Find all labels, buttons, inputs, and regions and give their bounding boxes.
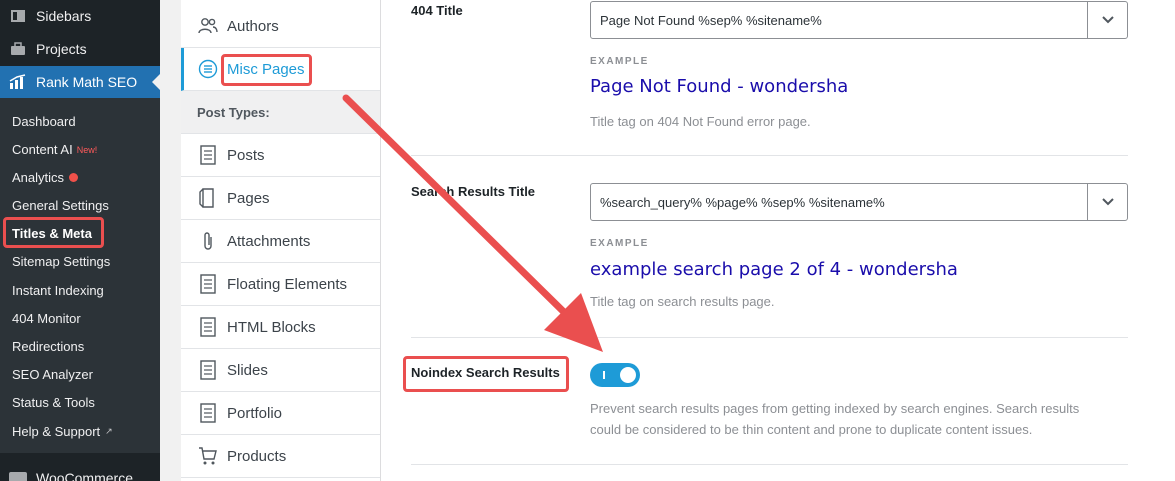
highlight-misc-pages <box>221 54 312 86</box>
search-title-help: Title tag on search results page. <box>590 294 775 309</box>
toggle-on-mark <box>603 371 605 379</box>
menu-item-label: WooCommerce <box>36 470 133 481</box>
search-title-input[interactable]: %search_query% %page% %sep% %sitename% <box>590 183 1128 221</box>
chevron-down-icon[interactable] <box>1087 184 1127 220</box>
submenu-seo-analyzer[interactable]: SEO Analyzer <box>12 367 93 382</box>
page-icon <box>197 187 219 209</box>
tab-slides[interactable]: Slides <box>181 349 380 392</box>
active-pointer <box>152 74 160 90</box>
example-label: EXAMPLE <box>590 56 649 67</box>
tab-label: Pages <box>227 189 270 207</box>
briefcase-icon <box>8 39 28 59</box>
menu-item-label: Rank Math SEO <box>36 74 138 90</box>
submenu-label: Help & Support <box>12 424 101 439</box>
menu-item-sidebars[interactable]: Sidebars <box>0 0 160 32</box>
submenu-content-ai[interactable]: Content AI New! <box>12 142 97 157</box>
document-icon <box>197 273 219 295</box>
divider <box>411 155 1128 156</box>
submenu-label: SEO Analyzer <box>12 367 93 382</box>
submenu-dashboard[interactable]: Dashboard <box>12 114 76 129</box>
submenu-label: Redirections <box>12 339 85 354</box>
search-title-example: example search page 2 of 4 - wondersha <box>590 259 958 280</box>
title-404-value: Page Not Found %sep% %sitename% <box>600 12 822 28</box>
new-badge: New! <box>76 144 98 155</box>
submenu-label: Sitemap Settings <box>12 254 111 269</box>
document-icon <box>197 402 219 424</box>
document-icon <box>197 144 219 166</box>
noindex-search-help-line2: could be considered to be thin content a… <box>590 422 1033 437</box>
submenu-general-settings[interactable]: General Settings <box>12 198 109 213</box>
cart-icon <box>197 445 219 467</box>
post-types-header: Post Types: <box>181 91 380 134</box>
submenu-label: Status & Tools <box>12 395 95 410</box>
tab-label: Products <box>227 447 287 465</box>
rank-math-icon <box>8 72 28 92</box>
submenu-label: Dashboard <box>12 114 76 129</box>
menu-item-woocommerce[interactable]: WooCommerce <box>0 462 160 481</box>
rank-math-submenu: Dashboard Content AI New! Analytics Gener… <box>0 98 160 453</box>
tab-label: Floating Elements <box>227 275 348 293</box>
submenu-404-monitor[interactable]: 404 Monitor <box>12 311 81 326</box>
tab-label: Portfolio <box>227 404 283 422</box>
submenu-status-tools[interactable]: Status & Tools <box>12 395 95 410</box>
list-circle-icon <box>197 58 219 80</box>
tab-label: Posts <box>227 146 265 164</box>
search-title-label: Search Results Title <box>411 184 536 199</box>
tab-label: HTML Blocks <box>227 318 316 336</box>
title-404-label: 404 Title <box>411 3 463 18</box>
menu-item-projects[interactable]: Projects <box>0 33 160 65</box>
title-404-example: Page Not Found - wondersha <box>590 76 849 97</box>
submenu-analytics[interactable]: Analytics <box>12 170 79 185</box>
highlight-noindex-search <box>403 356 569 392</box>
tab-label: Slides <box>227 361 268 379</box>
search-title-value: %search_query% %page% %sep% %sitename% <box>600 194 885 210</box>
settings-content: 404 Title Page Not Found %sep% %sitename… <box>381 0 1175 481</box>
woocommerce-icon <box>8 468 28 481</box>
paperclip-icon <box>197 230 219 252</box>
tab-pages[interactable]: Pages <box>181 177 380 220</box>
divider <box>411 337 1128 338</box>
submenu-label: General Settings <box>12 198 109 213</box>
chevron-down-icon[interactable] <box>1087 2 1127 38</box>
sidebars-icon <box>8 6 28 26</box>
title-404-help: Title tag on 404 Not Found error page. <box>590 114 811 129</box>
submenu-sitemap-settings[interactable]: Sitemap Settings <box>12 254 110 269</box>
highlight-titles-meta <box>3 217 104 248</box>
authors-icon <box>197 15 219 37</box>
submenu-label: Content AI <box>12 142 73 157</box>
tab-label: Authors <box>227 17 279 35</box>
submenu-label: 404 Monitor <box>12 311 81 326</box>
submenu-help-support[interactable]: Help & Support ↗ <box>12 424 113 439</box>
external-link-icon: ↗ <box>105 426 113 436</box>
menu-item-rank-math-seo[interactable]: Rank Math SEO <box>0 66 160 98</box>
tab-posts[interactable]: Posts <box>181 134 380 177</box>
tab-authors[interactable]: Authors <box>181 5 380 48</box>
tab-floating-elements[interactable]: Floating Elements <box>181 263 380 306</box>
toggle-knob <box>620 367 636 383</box>
document-icon <box>197 316 219 338</box>
tab-label: Attachments <box>227 232 311 250</box>
submenu-label: Instant Indexing <box>12 283 104 298</box>
submenu-instant-indexing[interactable]: Instant Indexing <box>12 283 104 298</box>
tab-html-blocks[interactable]: HTML Blocks <box>181 306 380 349</box>
menu-item-label: Projects <box>36 41 87 57</box>
submenu-redirections[interactable]: Redirections <box>12 339 84 354</box>
notification-dot <box>69 173 79 182</box>
noindex-search-help-line1: Prevent search results pages from gettin… <box>590 401 1080 416</box>
title-404-input[interactable]: Page Not Found %sep% %sitename% <box>590 1 1128 39</box>
tab-attachments[interactable]: Attachments <box>181 220 380 263</box>
submenu-label: Analytics <box>12 170 65 185</box>
noindex-search-toggle[interactable] <box>590 363 640 387</box>
menu-item-label: Sidebars <box>36 8 92 24</box>
divider <box>411 464 1128 465</box>
tab-portfolio[interactable]: Portfolio <box>181 392 380 435</box>
document-icon <box>197 359 219 381</box>
tab-products[interactable]: Products <box>181 435 380 478</box>
example-label: EXAMPLE <box>590 238 649 249</box>
